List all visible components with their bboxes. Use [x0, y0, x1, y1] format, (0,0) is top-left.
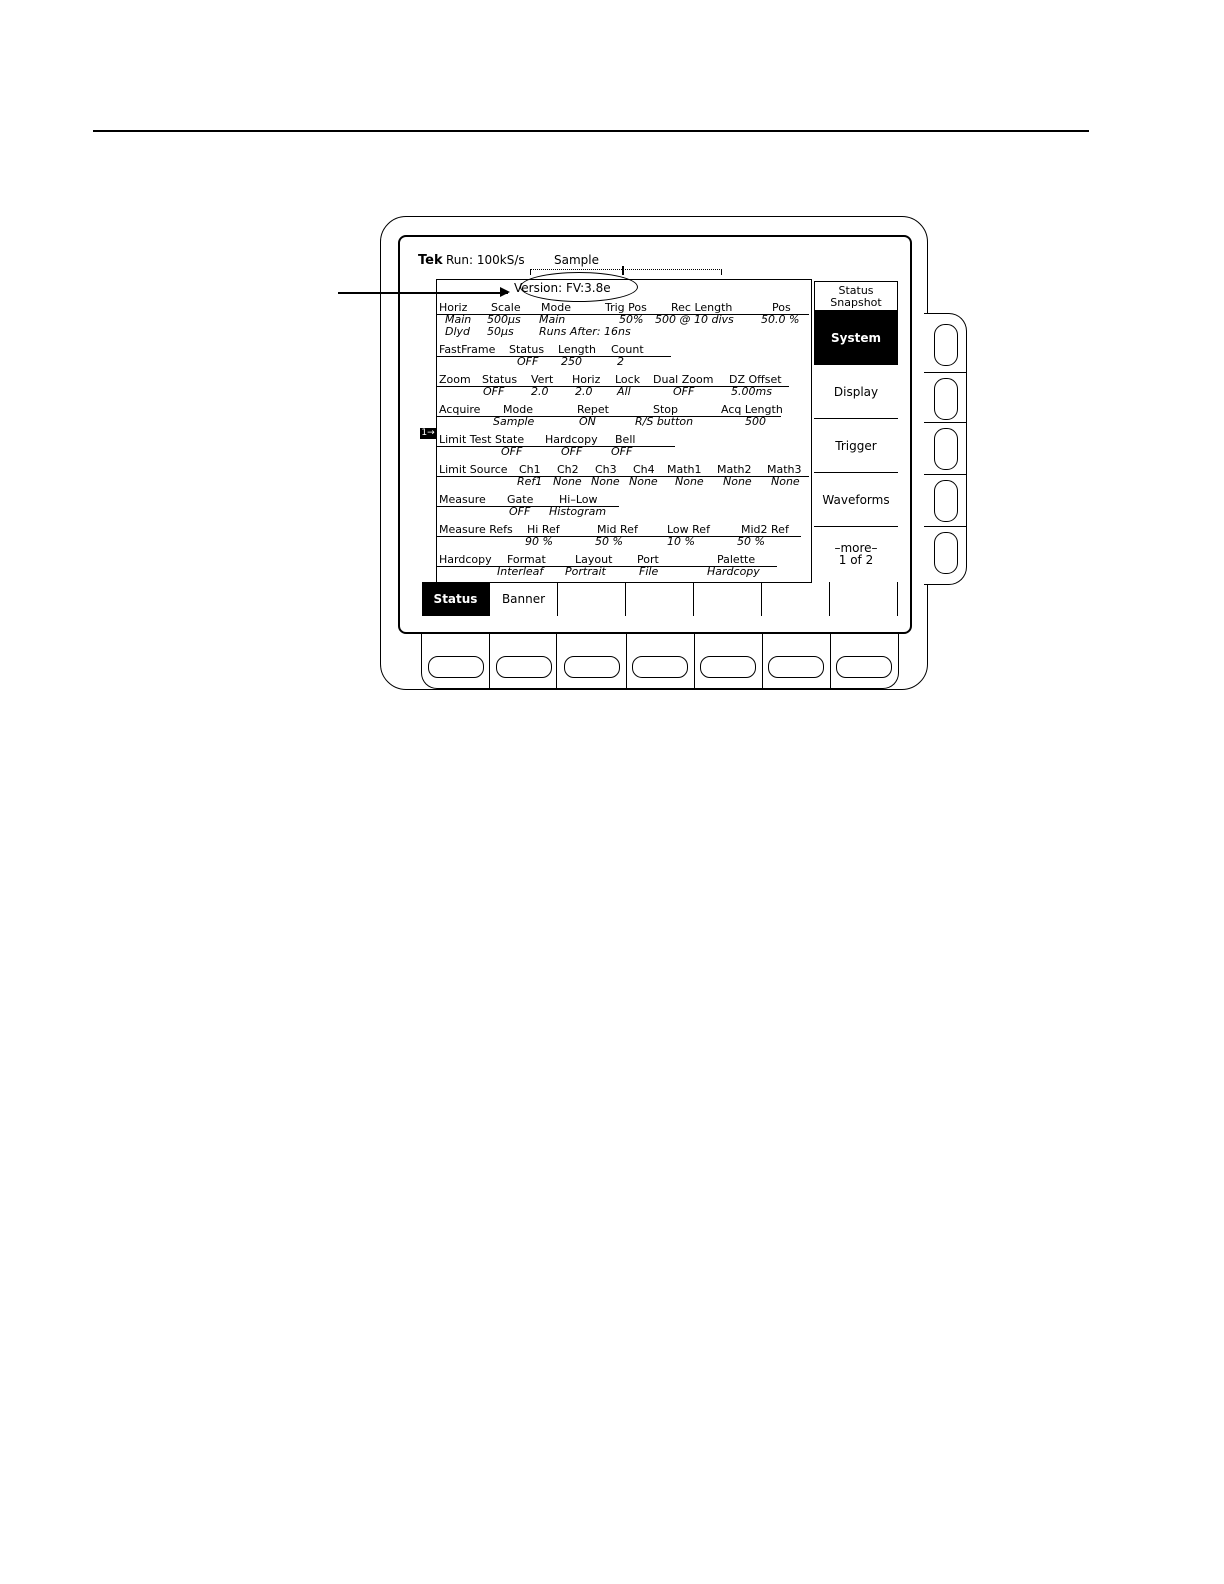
bottom-button-divider [830, 632, 831, 688]
status-value: OFF [509, 505, 531, 518]
side-bezel-button-5[interactable] [934, 532, 958, 574]
channel-1-marker: 1→ [420, 428, 436, 439]
side-menu-more[interactable]: –more– 1 of 2 [814, 527, 898, 581]
side-bezel-button-1[interactable] [934, 324, 958, 366]
status-value: Histogram [549, 505, 607, 518]
status-label: Limit Source [439, 463, 508, 476]
status-value: OFF [561, 445, 583, 458]
side-menu-display[interactable]: Display [814, 365, 898, 419]
firmware-version: Version: FV:3.8e [514, 281, 611, 295]
status-value: Portrait [565, 565, 606, 578]
status-snapshot-panel: Horiz Scale Mode Trig Pos Rec Length Pos Main 5… [436, 279, 812, 583]
status-value: 500 @ 10 divs [655, 313, 734, 326]
status-row-underline [437, 476, 809, 477]
status-value: Dlyd [445, 325, 471, 338]
status-value: 50 % [737, 535, 765, 548]
bottom-button-divider [694, 632, 695, 688]
side-button-divider [924, 422, 966, 423]
status-value: 10 % [667, 535, 695, 548]
status-value: 5.00ms [731, 385, 772, 398]
status-value: 50 % [595, 535, 623, 548]
side-bezel-button-4[interactable] [934, 480, 958, 522]
status-label: Count [611, 343, 644, 356]
trigger-position-marker [622, 266, 624, 275]
status-value: ON [579, 415, 596, 428]
header-run-status: Run: 100kS/s [446, 253, 525, 267]
side-menu-title: Status Snapshot [814, 281, 898, 311]
status-value: File [639, 565, 659, 578]
callout-arrowhead [500, 287, 510, 297]
bottom-button-divider [556, 632, 557, 688]
side-bezel-button-2[interactable] [934, 378, 958, 420]
status-row-underline [437, 446, 675, 447]
status-value: 2.0 [575, 385, 593, 398]
status-label: Limit Test [439, 433, 492, 446]
status-label: Measure [439, 493, 486, 506]
page-top-rule [93, 130, 1089, 132]
bottom-bezel-button-3[interactable] [564, 656, 620, 678]
bottom-bezel-button-2[interactable] [496, 656, 552, 678]
status-value: 500 [745, 415, 766, 428]
status-label: Hardcopy [439, 553, 492, 566]
bottom-button-divider [489, 632, 490, 688]
side-button-divider [924, 372, 966, 373]
bottom-menu-banner[interactable]: Banner [490, 582, 558, 616]
side-menu-waveforms[interactable]: Waveforms [814, 473, 898, 527]
status-value: None [723, 475, 752, 488]
status-label: Zoom [439, 373, 471, 386]
status-value: 90 % [525, 535, 553, 548]
header-acq-mode: Sample [554, 253, 599, 267]
status-value: R/S button [635, 415, 694, 428]
status-value: None [675, 475, 704, 488]
bottom-menu-status[interactable]: Status [422, 582, 490, 616]
status-value: Hardcopy [707, 565, 760, 578]
side-menu-trigger[interactable]: Trigger [814, 419, 898, 473]
status-value: 50.0 % [761, 313, 800, 326]
status-value: 2 [617, 355, 624, 368]
bottom-menu-blank-6[interactable] [762, 582, 830, 616]
status-row-underline [437, 356, 671, 357]
status-value: 2.0 [531, 385, 549, 398]
bottom-menu-blank-4[interactable] [626, 582, 694, 616]
bottom-menu-blank-7[interactable] [830, 582, 898, 616]
bottom-button-divider [626, 632, 627, 688]
status-label: FastFrame [439, 343, 496, 356]
status-value: Sample [493, 415, 535, 428]
status-value: None [771, 475, 800, 488]
status-value: None [591, 475, 620, 488]
bottom-menu-blank-5[interactable] [694, 582, 762, 616]
status-value: None [629, 475, 658, 488]
side-menu-system[interactable]: System [814, 311, 898, 365]
bottom-bezel-button-1[interactable] [428, 656, 484, 678]
callout-leader-line [338, 292, 508, 294]
bottom-bezel-button-5[interactable] [700, 656, 756, 678]
bottom-bezel-button-7[interactable] [836, 656, 892, 678]
status-value: OFF [483, 385, 505, 398]
side-button-divider [924, 474, 966, 475]
status-label: Acquire [439, 403, 481, 416]
bottom-menu-blank-3[interactable] [558, 582, 626, 616]
status-value: OFF [611, 445, 633, 458]
status-value: OFF [673, 385, 695, 398]
status-label: Measure Refs [439, 523, 513, 536]
status-value: OFF [501, 445, 523, 458]
side-button-divider [924, 526, 966, 527]
status-value: 250 [561, 355, 582, 368]
status-value: OFF [517, 355, 539, 368]
side-bezel-button-3[interactable] [934, 428, 958, 470]
status-row-underline [437, 416, 781, 417]
status-value: All [617, 385, 631, 398]
bottom-button-divider [762, 632, 763, 688]
header-brand: Tek [418, 253, 443, 268]
bottom-bezel-button-4[interactable] [632, 656, 688, 678]
status-value: Runs After: 16ns [539, 325, 631, 338]
status-value: Ref1 [517, 475, 543, 488]
bottom-bezel-button-6[interactable] [768, 656, 824, 678]
status-value: Interleaf [497, 565, 544, 578]
status-value: None [553, 475, 582, 488]
status-value: 50µs [487, 325, 514, 338]
oscilloscope-screen: Tek Run: 100kS/s Sample 1→ Horiz Scale Mod… [398, 235, 912, 634]
